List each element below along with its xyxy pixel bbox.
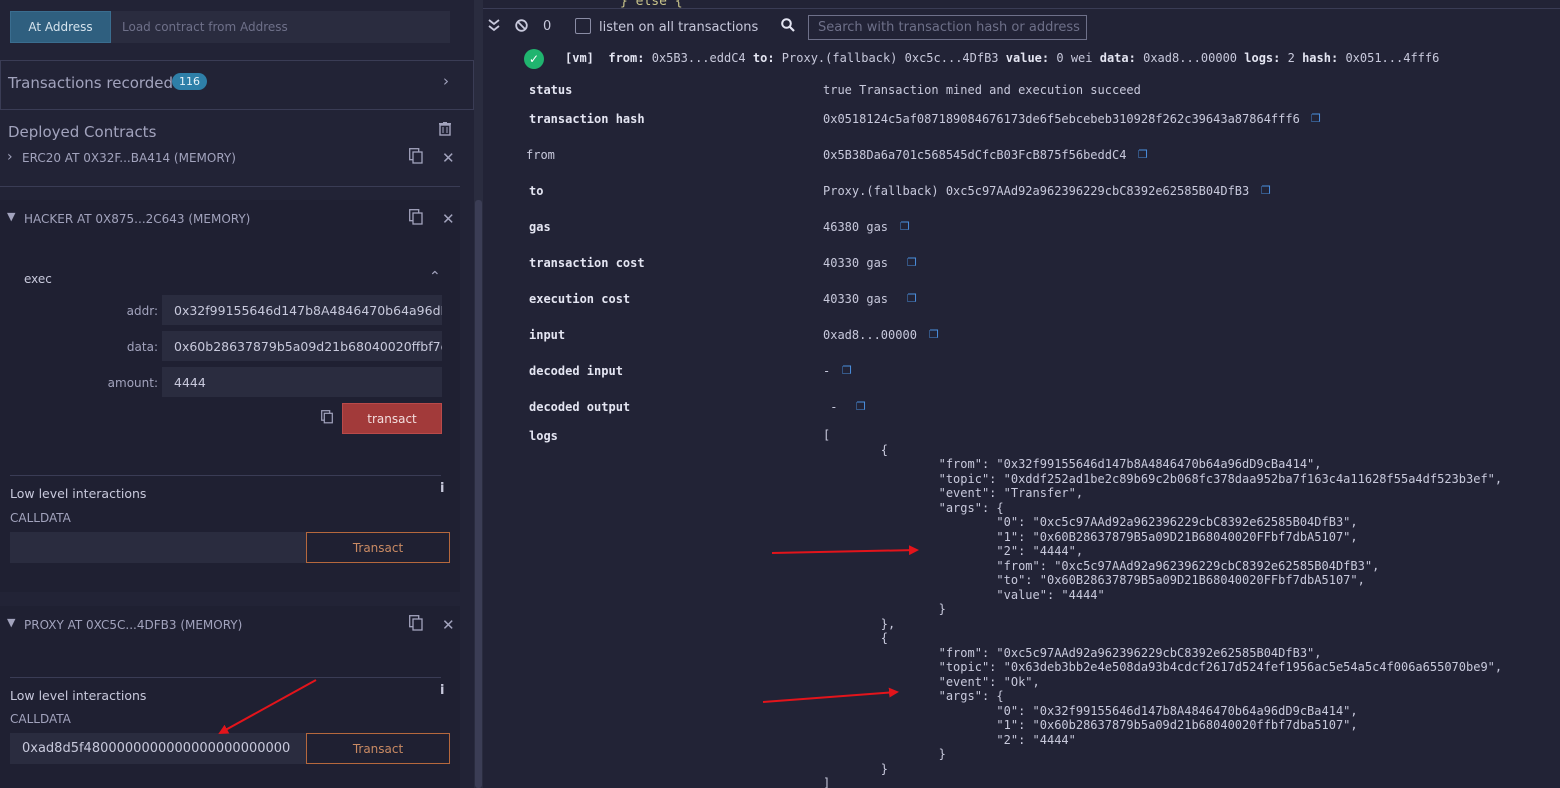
arrow-to-transfer-args [771, 545, 919, 556]
arrow-to-ok-args [762, 687, 899, 703]
annotation-arrows [218, 545, 919, 734]
arrow-to-proxy-calldata [218, 679, 317, 734]
